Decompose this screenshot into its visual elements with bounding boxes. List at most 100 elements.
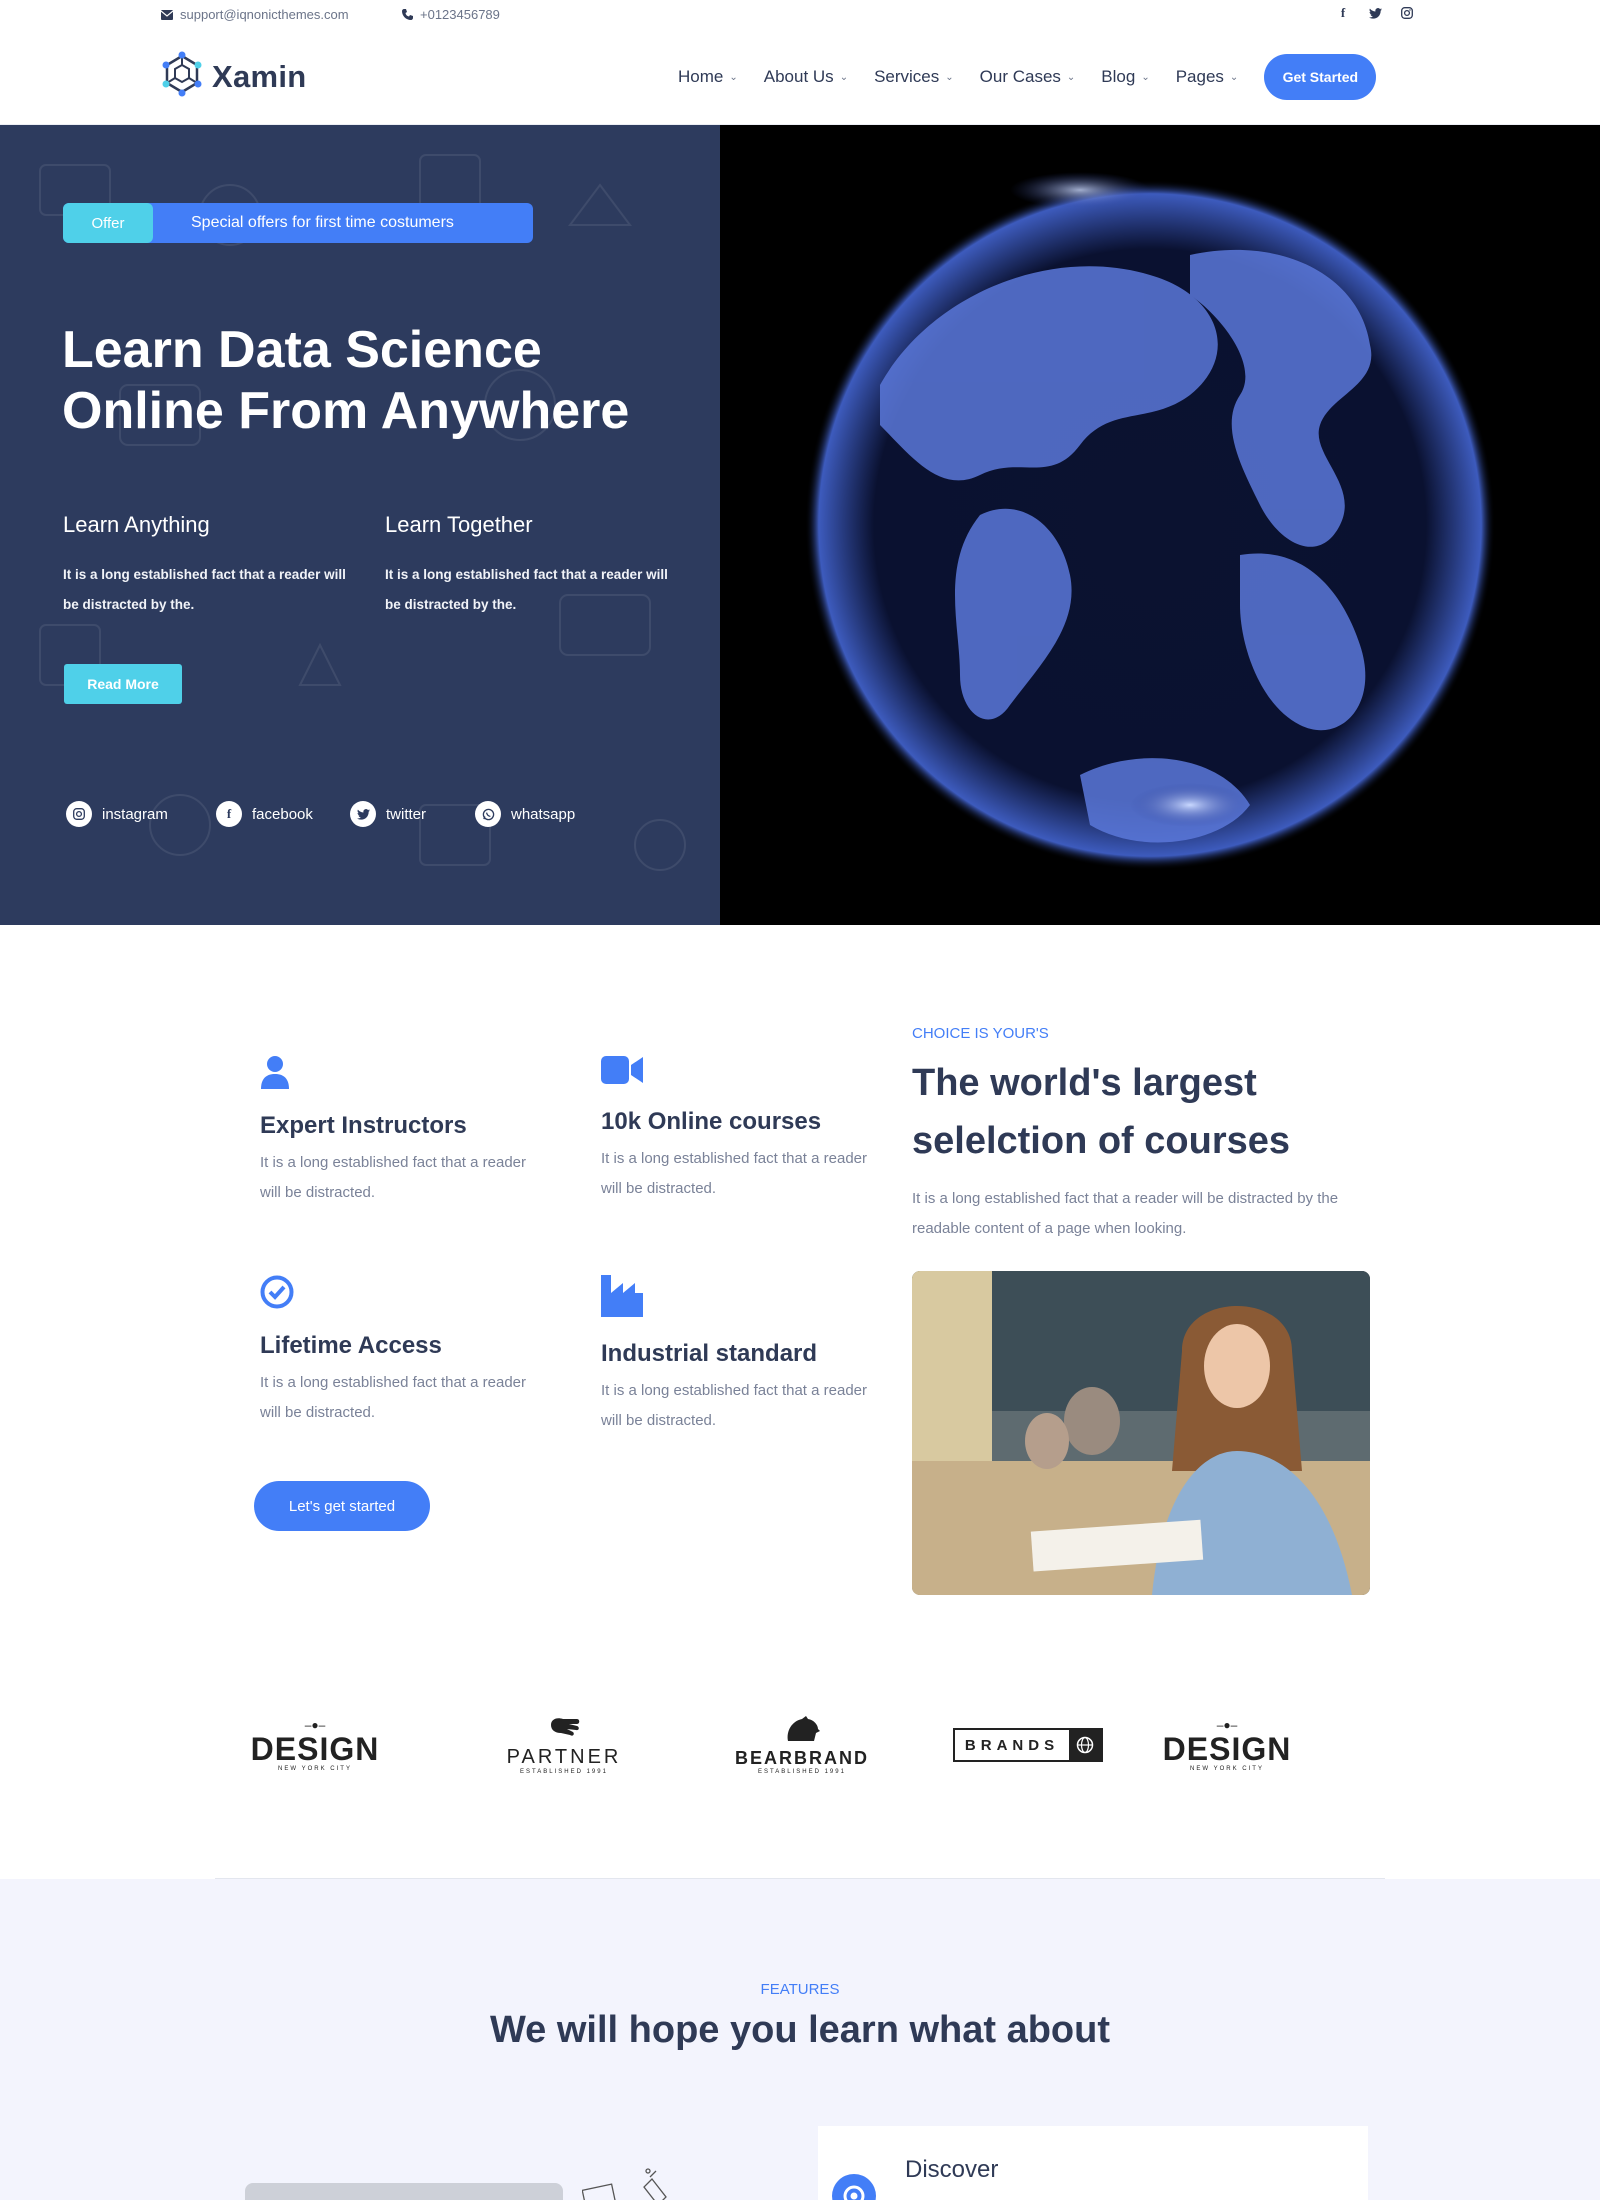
features-eyebrow: FEATURES (760, 1981, 840, 1998)
hero-social-twitter[interactable]: twitter (350, 801, 426, 827)
brand-name: PARTNER (506, 1746, 622, 1768)
feature-text: It is a long established fact that a rea… (601, 1150, 867, 1197)
brand-logos: ‒●‒ DESIGN NEW YORK CITY PARTNER ESTABLI… (240, 1700, 1360, 1790)
nav-label: Our Cases (979, 67, 1061, 86)
nav-label: Pages (1175, 67, 1224, 86)
facebook-icon[interactable]: f (1336, 5, 1350, 20)
chevron-down-icon: ⌄ (1141, 71, 1150, 83)
brand-logo-design-2: ‒●‒ DESIGN NEW YORK CITY (1162, 1700, 1292, 1790)
nav-label: About Us (763, 67, 834, 86)
hero-column-title: Learn Anything (63, 512, 210, 537)
target-icon (832, 2174, 876, 2200)
user-icon (260, 1056, 290, 1093)
main-nav: Home ⌄ About Us ⌄ Services ⌄ Our Cases ⌄ Blo… (678, 54, 1377, 100)
hero-social-label: facebook (252, 805, 313, 823)
hero-social-label: whatsapp (511, 805, 576, 823)
feature-lifetime-access: Lifetime Access It is a long established… (260, 1275, 540, 1428)
top-bar: support@iqnonicthemes.com +0123456789 f (0, 0, 1600, 30)
logo[interactable]: Xamin (160, 50, 307, 103)
hero-social-label: twitter (386, 805, 427, 823)
offer-text: Special offers for first time costumers (191, 214, 454, 231)
feature-title: Industrial standard (601, 1340, 818, 1367)
brand-sub: NEW YORK CITY (1190, 1766, 1264, 1772)
choice-eyebrow: CHOICE IS YOUR'S (912, 1025, 1049, 1042)
offer-tag: Offer (63, 203, 153, 243)
feature-online-courses: 10k Online courses It is a long establis… (601, 1055, 881, 1204)
discover-card[interactable]: Discover (818, 2126, 1368, 2200)
flask-doodle-icon (581, 2167, 692, 2200)
video-camera-icon (601, 1056, 643, 1089)
pen-nib-icon: ‒●‒ (1216, 1718, 1238, 1732)
discover-title: Discover (905, 2156, 999, 2183)
brand-name: DESIGN (250, 1731, 380, 1767)
choice-block: CHOICE IS YOUR'S The world's largest sel… (912, 1025, 1382, 1244)
logo-icon (160, 50, 204, 103)
phone-text: +0123456789 (420, 7, 500, 22)
email-contact[interactable]: support@iqnonicthemes.com (160, 7, 349, 22)
get-started-button[interactable]: Get Started (1264, 54, 1377, 100)
brand-logo-bearbrand: BEARBRAND ESTABLISHED 1991 (726, 1700, 878, 1790)
hero-panel: Offer Special offers for first time cost… (0, 125, 720, 925)
feature-title: 10k Online courses (601, 1108, 822, 1135)
features-title: We will hope you learn what about (489, 2009, 1111, 2051)
nav-item-about-us[interactable]: About Us ⌄ (764, 54, 848, 100)
chevron-down-icon: ⌄ (1066, 71, 1076, 83)
chevron-down-icon: ⌄ (945, 71, 954, 83)
instagram-icon[interactable] (1400, 6, 1414, 20)
student-photo (912, 1271, 1370, 1595)
top-social-links: f (1336, 5, 1414, 20)
brand-name: DESIGN (1162, 1731, 1292, 1767)
hero-column-learn-anything: Learn Anything It is a long established … (63, 512, 363, 620)
hero-social-whatsapp[interactable]: whatsapp (475, 801, 575, 827)
hero-column-title: Learn Together (385, 512, 533, 537)
site-header: Xamin Home ⌄ About Us ⌄ Services ⌄ Our Case… (0, 30, 1600, 125)
logo-text: Xamin (212, 58, 307, 94)
feature-text: It is a long established fact that a rea… (260, 1154, 526, 1201)
brand-logo-brands: BRANDS (952, 1700, 1104, 1790)
chevron-down-icon: ⌄ (729, 71, 738, 83)
phone-contact[interactable]: +0123456789 (400, 7, 500, 22)
brand-logo-design: ‒●‒ DESIGN NEW YORK CITY (250, 1700, 380, 1790)
email-text: support@iqnonicthemes.com (180, 7, 349, 22)
feature-title: Expert Instructors (260, 1112, 467, 1139)
envelope-icon (160, 8, 174, 22)
nav-item-pages[interactable]: Pages ⌄ (1176, 54, 1239, 100)
industry-icon (601, 1275, 643, 1321)
twitter-icon (350, 801, 376, 827)
hand-icon (547, 1715, 581, 1746)
hero-column-learn-together: Learn Together It is a long established … (385, 512, 685, 620)
nav-item-blog[interactable]: Blog ⌄ (1101, 54, 1149, 100)
feature-industrial-standard: Industrial standard It is a long establi… (601, 1275, 881, 1436)
nav-item-our-cases[interactable]: Our Cases ⌄ (980, 54, 1076, 100)
facebook-icon: f (216, 801, 242, 827)
chevron-down-icon: ⌄ (1229, 71, 1239, 83)
hero-social-instagram[interactable]: instagram (66, 801, 168, 827)
hero-column-text: It is a long established fact that a rea… (63, 567, 346, 612)
feature-title: Lifetime Access (260, 1332, 442, 1359)
hero-social-facebook[interactable]: f facebook (216, 801, 313, 827)
pen-nib-icon: ‒●‒ (304, 1718, 326, 1732)
nav-item-services[interactable]: Services ⌄ (874, 54, 954, 100)
instagram-icon (66, 801, 92, 827)
hero-globe-image (720, 125, 1600, 925)
brand-name: BEARBRAND (735, 1748, 869, 1768)
brand-sub: NEW YORK CITY (278, 1766, 352, 1772)
whatsapp-icon (475, 801, 501, 827)
lets-get-started-button[interactable]: Let's get started (254, 1481, 430, 1531)
brand-logo-partner: PARTNER ESTABLISHED 1991 (506, 1700, 622, 1790)
brand-name: BRANDS (964, 1736, 1060, 1754)
brand-sub: ESTABLISHED 1991 (758, 1769, 846, 1775)
twitter-icon[interactable] (1368, 6, 1382, 20)
offer-banner[interactable]: Offer Special offers for first time cost… (63, 203, 533, 243)
choice-text: It is a long established fact that a rea… (912, 1190, 1339, 1237)
globe-icon (1069, 1730, 1102, 1760)
brand-sub: ESTABLISHED 1991 (520, 1769, 608, 1775)
hero-title-line: Learn Data Science (62, 321, 542, 379)
phone-icon (400, 8, 414, 22)
hero-social-label: instagram (102, 805, 168, 823)
read-more-button[interactable]: Read More (64, 664, 182, 704)
hero-column-text: It is a long established fact that a rea… (385, 567, 668, 612)
nav-item-home[interactable]: Home ⌄ (678, 54, 738, 100)
hero-title: Learn Data Science Online From Anywhere (62, 320, 662, 442)
chevron-down-icon: ⌄ (839, 71, 849, 83)
